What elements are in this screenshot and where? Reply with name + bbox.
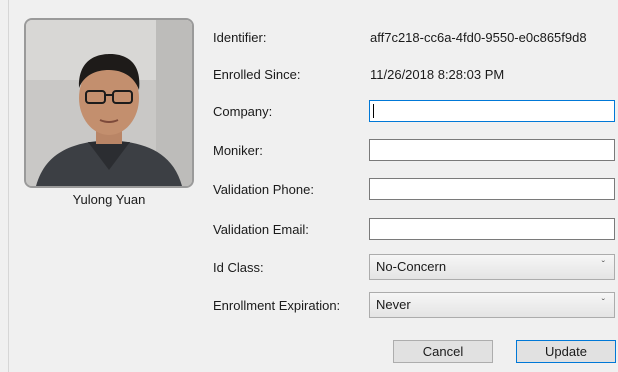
enrollment-expiration-dropdown[interactable]: Never ˇ: [369, 292, 615, 318]
window-edge: [8, 0, 9, 372]
id-class-selected: No-Concern: [376, 259, 447, 274]
enrolled-since-value: 11/26/2018 8:28:03 PM: [370, 67, 505, 82]
validation-phone-field[interactable]: [369, 178, 615, 200]
moniker-label: Moniker:: [213, 143, 263, 158]
profile-photo-image: [26, 20, 192, 186]
validation-email-field[interactable]: [369, 218, 615, 240]
profile-photo: [24, 18, 194, 188]
company-field[interactable]: [369, 100, 615, 122]
identifier-value: aff7c218-cc6a-4fd0-9550-e0c865f9d8: [370, 30, 587, 45]
id-class-dropdown[interactable]: No-Concern ˇ: [369, 254, 615, 280]
id-class-label: Id Class:: [213, 260, 264, 275]
enrolled-since-label: Enrolled Since:: [213, 67, 301, 82]
enrollment-expiration-selected: Never: [376, 297, 411, 312]
chevron-down-icon: ˇ: [601, 298, 605, 309]
company-label: Company:: [213, 104, 273, 119]
enrollment-dialog: Yulong Yuan Identifier: aff7c218-cc6a-4f…: [0, 0, 618, 372]
validation-email-label: Validation Email:: [213, 222, 309, 237]
profile-name: Yulong Yuan: [72, 192, 146, 207]
validation-phone-label: Validation Phone:: [213, 182, 314, 197]
moniker-field[interactable]: [369, 139, 615, 161]
enrollment-expiration-label: Enrollment Expiration:: [213, 298, 341, 313]
update-button[interactable]: Update: [516, 340, 616, 363]
cancel-button[interactable]: Cancel: [393, 340, 493, 363]
chevron-down-icon: ˇ: [601, 260, 605, 271]
identifier-label: Identifier:: [213, 30, 267, 45]
text-caret: [373, 104, 374, 118]
